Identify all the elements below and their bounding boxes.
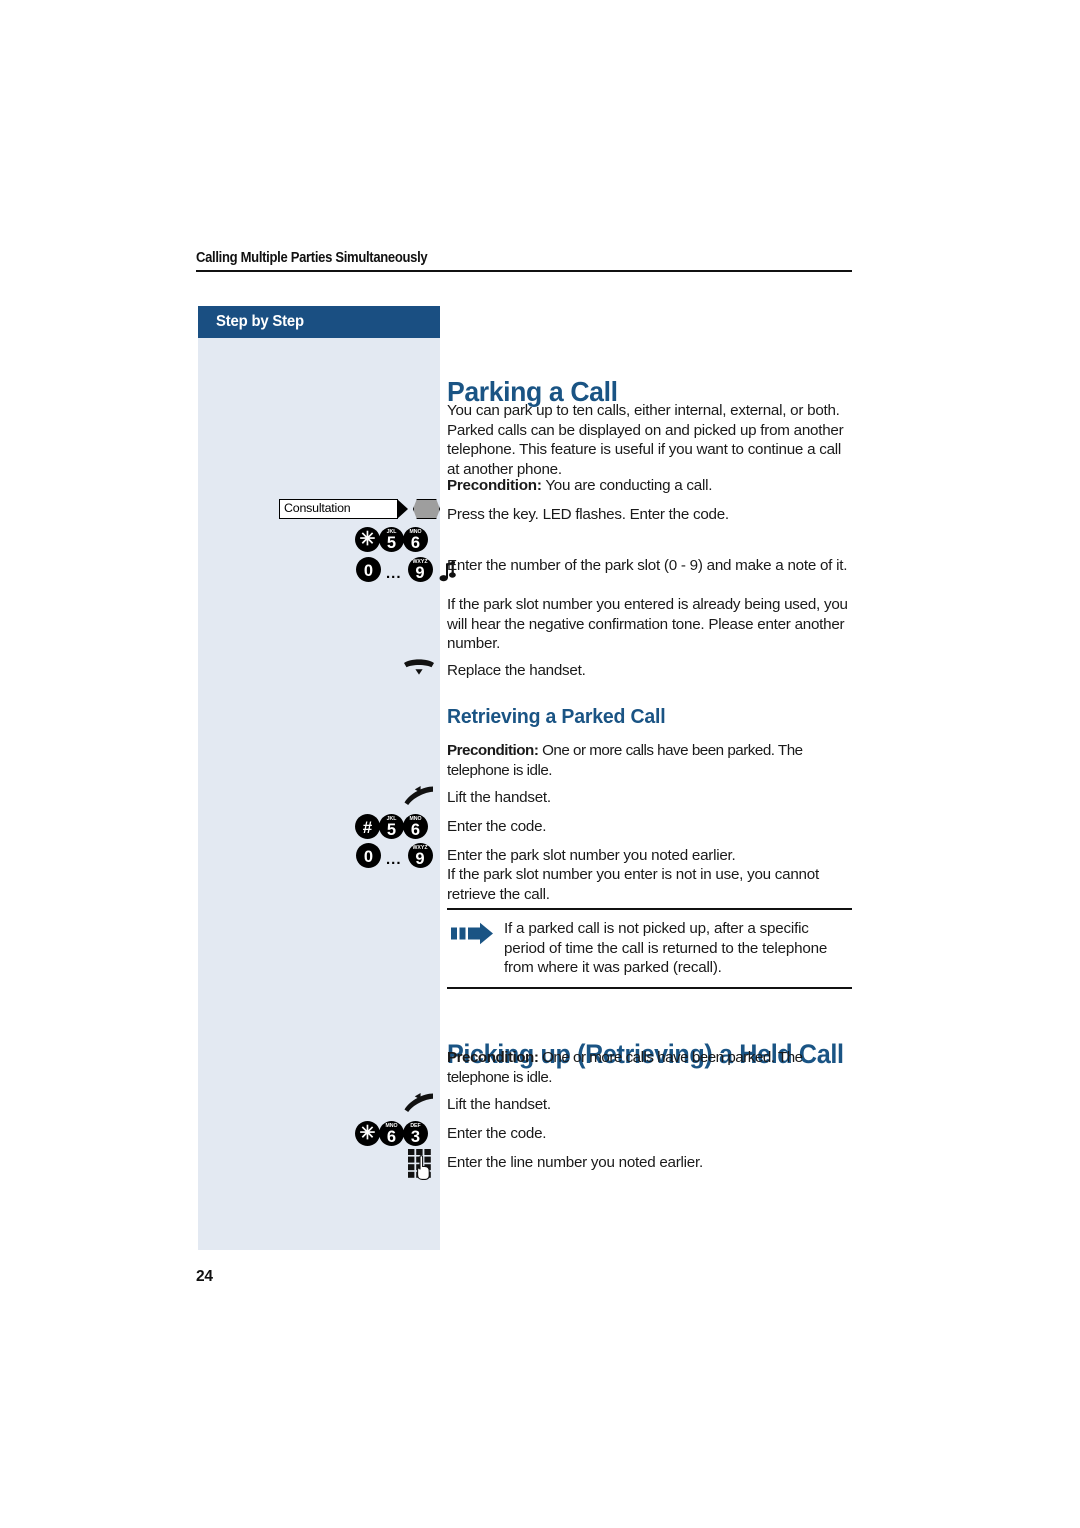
- replace-handset-icon: [401, 656, 439, 678]
- key-0[interactable]: 0: [356, 557, 381, 582]
- parking-precondition-text: You are conducting a call.: [541, 477, 713, 494]
- retrieving-step-enter-slot: Enter the park slot number you noted ear…: [447, 847, 736, 864]
- key-6[interactable]: MNO 6: [403, 527, 428, 552]
- picking-up-step-enter-line: Enter the line number you noted earlier.: [447, 1154, 703, 1171]
- key-9[interactable]: WXYZ 9: [407, 557, 433, 582]
- note-box: If a parked call is not picked up, after…: [447, 908, 852, 989]
- key-0[interactable]: 0: [356, 843, 381, 868]
- retrieving-precondition: Precondition: One or more calls have bee…: [447, 741, 855, 780]
- step-by-step-header-bar: Step by Step: [198, 306, 440, 338]
- retrieving-step-enter-slot-note: If the park slot number you enter is not…: [447, 866, 819, 903]
- keypad-code-star-5-6[interactable]: ✳ JKL 5 MNO 6: [355, 527, 428, 552]
- note-bottom-rule: [447, 986, 852, 989]
- key-5[interactable]: JKL 5: [379, 814, 404, 839]
- key-6[interactable]: MNO 6: [379, 1121, 404, 1146]
- section-title-retrieving-a-parked-call: Retrieving a Parked Call: [447, 705, 666, 728]
- running-header: Calling Multiple Parties Simultaneously: [196, 250, 852, 272]
- step-by-step-label: Step by Step: [216, 313, 304, 330]
- lift-handset-icon: [402, 783, 438, 807]
- keypad-range-0-to-9[interactable]: 0 ... WXYZ 9: [356, 557, 458, 582]
- key-pointer-icon: [397, 499, 408, 519]
- running-header-rule: [196, 270, 852, 272]
- parking-intro-paragraph: You can park up to ten calls, either int…: [447, 402, 844, 478]
- parking-step-enter-slot: Enter the number of the park slot (0 - 9…: [447, 557, 848, 574]
- retrieving-precondition-label: Precondition:: [447, 742, 539, 759]
- parking-step-replace-handset: Replace the handset.: [447, 662, 586, 679]
- key-9[interactable]: WXYZ 9: [407, 843, 433, 868]
- key-star[interactable]: ✳: [355, 527, 380, 552]
- parking-step-press-key: Press the key. LED flashes. Enter the co…: [447, 506, 729, 523]
- running-header-title: Calling Multiple Parties Simultaneously: [196, 250, 428, 266]
- note-text: If a parked call is not picked up, after…: [504, 920, 828, 977]
- retrieving-step-enter-code: Enter the code.: [447, 818, 547, 835]
- note-arrow-icon: [450, 922, 494, 945]
- picking-up-step-lift-handset: Lift the handset.: [447, 1096, 551, 1113]
- retrieving-step-lift-handset: Lift the handset.: [447, 789, 551, 806]
- key-5[interactable]: JKL 5: [379, 527, 404, 552]
- keypad-code-star-6-3[interactable]: ✳ MNO 6 DEF 3: [355, 1121, 428, 1146]
- keypad-range-0-to-9[interactable]: 0 ... WXYZ 9: [356, 843, 433, 868]
- parking-step-enter-slot-note: If the park slot number you entered is a…: [447, 596, 848, 653]
- key-hash[interactable]: #: [355, 814, 380, 839]
- picking-up-precondition: Precondition: One or more calls have bee…: [447, 1048, 855, 1087]
- lift-handset-icon: [402, 1090, 438, 1114]
- key-star[interactable]: ✳: [355, 1121, 380, 1146]
- key-range-separator: ...: [386, 851, 402, 868]
- key-3[interactable]: DEF 3: [403, 1121, 428, 1146]
- page-number: 24: [196, 1268, 213, 1285]
- dial-keypad-icon[interactable]: [407, 1148, 435, 1180]
- led-indicator-icon: [413, 499, 440, 519]
- consultation-key-label: Consultation: [279, 499, 398, 519]
- picking-up-step-enter-code: Enter the code.: [447, 1125, 547, 1142]
- key-range-separator: ...: [386, 565, 402, 582]
- parking-precondition-label: Precondition:: [447, 477, 542, 494]
- key-6[interactable]: MNO 6: [403, 814, 428, 839]
- consultation-function-key-icon[interactable]: Consultation: [279, 499, 440, 519]
- parking-precondition: Precondition: You are conducting a call.: [447, 476, 855, 496]
- manual-page: Calling Multiple Parties Simultaneously …: [0, 0, 1080, 1528]
- picking-up-precondition-label: Precondition:: [447, 1049, 539, 1066]
- keypad-code-hash-5-6[interactable]: # JKL 5 MNO 6: [355, 814, 428, 839]
